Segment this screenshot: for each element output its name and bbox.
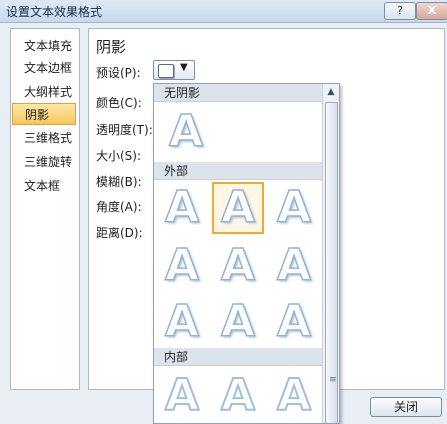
section-title: 阴影 — [96, 38, 127, 56]
preset-outer-9[interactable]: A — [268, 296, 320, 348]
preset-outer-4[interactable]: A — [156, 240, 208, 292]
distance-label: 距离(D): — [96, 226, 143, 240]
nav-item-text-box[interactable]: 文本框 — [12, 175, 76, 197]
blur-label: 模糊(B): — [96, 175, 142, 189]
angle-label: 角度(A): — [96, 200, 142, 214]
preset-outer-6[interactable]: A — [268, 240, 320, 292]
close-window-button[interactable]: X — [416, 2, 447, 20]
window-title: 设置文本效果格式 — [6, 5, 103, 19]
preset-dropdown[interactable]: ▼ — [153, 60, 195, 80]
preset-glyph: A — [276, 240, 312, 291]
preset-glyph: A — [168, 106, 204, 157]
preset-glyph: A — [276, 370, 312, 421]
preset-inner-2[interactable]: A — [212, 370, 264, 422]
preset-outer-8[interactable]: A — [212, 296, 264, 348]
preset-glyph: A — [220, 182, 256, 233]
transparency-label: 透明度(T): — [96, 123, 153, 137]
scroll-up-icon[interactable]: ▲ — [323, 84, 339, 100]
nav-item-3d-rotation[interactable]: 三维旋转 — [12, 151, 76, 173]
preset-outer-1[interactable]: A — [156, 182, 208, 234]
preset-label: 预设(P): — [96, 66, 141, 80]
preset-no-shadow[interactable]: A — [160, 106, 212, 158]
preset-glyph: A — [164, 296, 200, 347]
preset-outer-2[interactable]: A — [212, 182, 264, 234]
preset-outer-5[interactable]: A — [212, 240, 264, 292]
preset-outer-3[interactable]: A — [268, 182, 320, 234]
preset-glyph: A — [276, 296, 312, 347]
preset-glyph: A — [164, 240, 200, 291]
shadow-preview-icon — [158, 64, 174, 78]
preset-inner-3[interactable]: A — [268, 370, 320, 422]
nav-item-text-outline[interactable]: 文本边框 — [12, 57, 76, 79]
preset-glyph: A — [164, 182, 200, 233]
nav-item-outline-style[interactable]: 大纲样式 — [12, 81, 76, 103]
preset-glyph: A — [276, 182, 312, 233]
chevron-down-icon: ▼ — [180, 62, 188, 73]
preset-glyph: A — [220, 296, 256, 347]
size-label: 大小(S): — [96, 149, 142, 163]
shadow-preset-gallery: 无阴影 A 外部 A A A A A A A A A 内部 A A A ▲ ≡ — [153, 83, 340, 424]
preset-outer-7[interactable]: A — [156, 296, 208, 348]
nav-item-text-fill[interactable]: 文本填充 — [12, 35, 76, 57]
gallery-header-inner: 内部 — [154, 348, 322, 366]
nav-item-shadow[interactable]: 阴影 — [12, 103, 76, 125]
preset-glyph: A — [220, 240, 256, 291]
preset-inner-1[interactable]: A — [156, 370, 208, 422]
category-list: 文本填充 文本边框 大纲样式 阴影 三维格式 三维旋转 文本框 — [10, 28, 80, 390]
scrollbar-thumb[interactable]: ≡ — [325, 102, 338, 423]
grip-icon: ≡ — [329, 375, 337, 385]
gallery-header-no-shadow: 无阴影 — [154, 84, 322, 102]
gallery-scrollbar[interactable]: ▲ ≡ — [322, 84, 339, 423]
gallery-header-outer: 外部 — [154, 162, 322, 180]
help-button[interactable]: ? — [384, 2, 416, 20]
color-label: 颜色(C): — [96, 96, 142, 110]
preset-glyph: A — [164, 370, 200, 421]
close-button[interactable]: 关闭 — [370, 397, 442, 417]
nav-item-3d-format[interactable]: 三维格式 — [12, 127, 76, 149]
title-bar: 设置文本效果格式 ? X — [0, 0, 447, 23]
preset-glyph: A — [220, 370, 256, 421]
